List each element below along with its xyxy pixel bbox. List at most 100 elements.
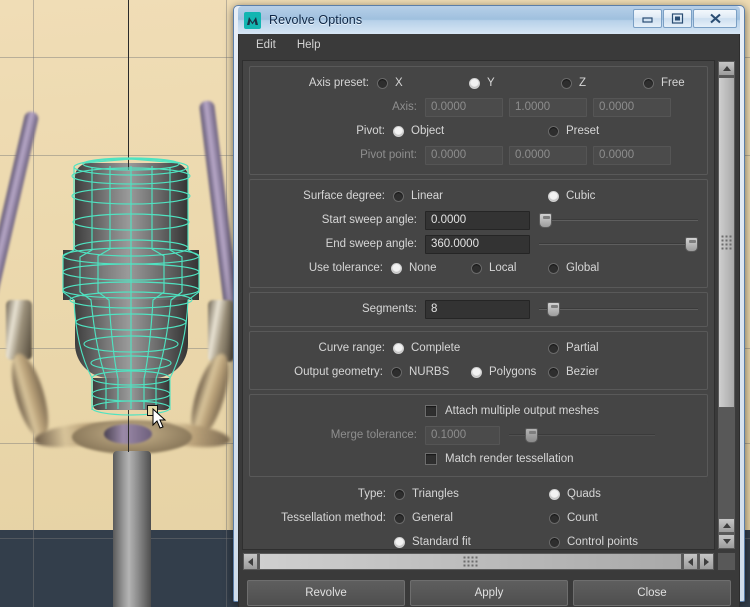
radio-dot: [471, 262, 482, 274]
radio-axis-preset-z[interactable]: Z: [561, 77, 643, 89]
radio-axis-preset-free[interactable]: Free: [643, 77, 703, 89]
end-sweep-angle-slider[interactable]: [539, 234, 698, 254]
radio-curve-partial[interactable]: Partial: [548, 342, 703, 354]
radio-label: Linear: [411, 190, 443, 202]
radio-dot: [561, 77, 572, 89]
scroll-left-button[interactable]: [243, 553, 258, 570]
radio-surface-linear[interactable]: Linear: [393, 190, 548, 202]
row-merge-tolerance: Merge tolerance: 0.1000: [254, 424, 703, 446]
segments-field[interactable]: 8: [425, 299, 530, 319]
minimize-button[interactable]: [633, 9, 662, 28]
scroll-left-button-secondary[interactable]: [683, 553, 698, 570]
merge-tolerance-field[interactable]: 0.1000: [425, 425, 500, 445]
slider-knob[interactable]: [539, 213, 552, 228]
radio-label: Complete: [411, 342, 461, 354]
revolve-options-dialog[interactable]: Revolve Options Edit Help Axis preset: X…: [233, 5, 745, 607]
radio-tolerance-none[interactable]: None: [391, 262, 471, 274]
radio-pivot-preset[interactable]: Preset: [548, 125, 703, 137]
checkbox-attach-multiple[interactable]: Attach multiple output meshes: [425, 405, 599, 417]
vertical-scrollbar[interactable]: [717, 60, 736, 550]
row-axis-preset: Axis preset: X Y Z Free: [254, 72, 703, 94]
radio-label: Count: [567, 512, 598, 524]
radio-tess-count[interactable]: Count: [549, 512, 704, 524]
pivot-z-field[interactable]: 0.0000: [593, 145, 671, 165]
radio-dot: [548, 366, 559, 378]
radio-axis-preset-x[interactable]: X: [377, 77, 469, 89]
label-pivot: Pivot:: [356, 125, 385, 137]
radio-type-triangles[interactable]: Triangles: [394, 488, 549, 500]
pivot-x-field[interactable]: 0.0000: [425, 145, 503, 165]
menu-edit[interactable]: Edit: [247, 36, 285, 54]
scroll-right-button[interactable]: [699, 553, 714, 570]
horizontal-scroll-thumb[interactable]: [259, 553, 682, 570]
radio-output-polygons[interactable]: Polygons: [471, 366, 548, 378]
radio-pivot-object[interactable]: Object: [393, 125, 548, 137]
radio-tess-standard-fit[interactable]: Standard fit: [394, 536, 549, 548]
merge-tolerance-slider[interactable]: [509, 425, 655, 445]
scroll-up-button[interactable]: [718, 61, 735, 76]
radio-dot: [549, 488, 560, 500]
row-use-tolerance: Use tolerance: None Local Global: [254, 257, 703, 279]
grip-dots-icon: [721, 235, 731, 249]
radio-output-bezier[interactable]: Bezier: [548, 366, 703, 378]
radio-dot: [394, 488, 405, 500]
radio-dot: [643, 77, 654, 89]
close-action-button[interactable]: Close: [573, 579, 731, 606]
dialog-menubar[interactable]: Edit Help: [238, 34, 740, 56]
radio-label: Control points: [567, 536, 638, 548]
radio-label: Bezier: [566, 366, 599, 378]
axis-x-field[interactable]: 0.0000: [425, 97, 503, 117]
arrow-cursor: [152, 408, 167, 429]
vertical-scroll-thumb[interactable]: [718, 77, 735, 408]
label-surface-degree: Surface degree:: [303, 190, 385, 202]
radio-label: Polygons: [489, 366, 537, 378]
radio-tess-general[interactable]: General: [394, 512, 549, 524]
radio-curve-complete[interactable]: Complete: [393, 342, 548, 354]
row-start-sweep-angle: Start sweep angle: 0.0000: [254, 209, 703, 231]
checkbox-match-render-tessellation[interactable]: Match render tessellation: [425, 453, 573, 465]
close-button[interactable]: [693, 9, 737, 28]
radio-dot: [548, 262, 559, 274]
radio-dot: [548, 342, 559, 354]
row-curve-range: Curve range: Complete Partial: [254, 337, 703, 359]
apply-button[interactable]: Apply: [410, 579, 568, 606]
menu-help[interactable]: Help: [288, 36, 330, 54]
scroll-up-button-secondary[interactable]: [718, 518, 735, 533]
end-sweep-angle-field[interactable]: 360.0000: [425, 234, 530, 254]
scroll-down-button[interactable]: [718, 534, 735, 549]
segments-slider[interactable]: [539, 299, 698, 319]
dialog-title: Revolve Options: [269, 13, 363, 27]
revolve-button[interactable]: Revolve: [247, 579, 405, 606]
axis-y-field[interactable]: 1.0000: [509, 97, 587, 117]
horizontal-scrollbar[interactable]: [242, 552, 715, 571]
radio-label: Cubic: [566, 190, 596, 202]
radio-dot: [394, 536, 405, 548]
axis-z-field[interactable]: 0.0000: [593, 97, 671, 117]
checkbox-box: [425, 453, 437, 465]
radio-label: None: [409, 262, 437, 274]
maximize-icon: [671, 13, 684, 24]
radio-surface-cubic[interactable]: Cubic: [548, 190, 703, 202]
radio-tess-control-points[interactable]: Control points: [549, 536, 704, 548]
dialog-titlebar[interactable]: Revolve Options: [238, 6, 740, 34]
row-output-geometry: Output geometry: NURBS Polygons Bezier: [254, 361, 703, 383]
start-sweep-angle-field[interactable]: 0.0000: [425, 210, 530, 230]
radio-axis-preset-y[interactable]: Y: [469, 77, 561, 89]
slider-knob[interactable]: [525, 428, 539, 443]
radio-type-quads[interactable]: Quads: [549, 488, 704, 500]
pivot-y-field[interactable]: 0.0000: [509, 145, 587, 165]
label-pivot-point: Pivot point:: [360, 149, 417, 161]
start-sweep-angle-slider[interactable]: [539, 210, 698, 230]
radio-dot: [471, 366, 482, 378]
slider-knob[interactable]: [546, 302, 560, 317]
radio-label: X: [395, 77, 403, 89]
radio-output-nurbs[interactable]: NURBS: [391, 366, 471, 378]
lamp-stem: [113, 451, 151, 607]
radio-tolerance-global[interactable]: Global: [548, 262, 703, 274]
radio-tolerance-local[interactable]: Local: [471, 262, 548, 274]
label-output-geometry: Output geometry:: [294, 366, 383, 378]
radio-label: Free: [661, 77, 685, 89]
slider-knob[interactable]: [685, 237, 698, 252]
maximize-button[interactable]: [663, 9, 692, 28]
group-axis-pivot: Axis preset: X Y Z Free Axis: 0.0000 1.0…: [249, 66, 708, 175]
